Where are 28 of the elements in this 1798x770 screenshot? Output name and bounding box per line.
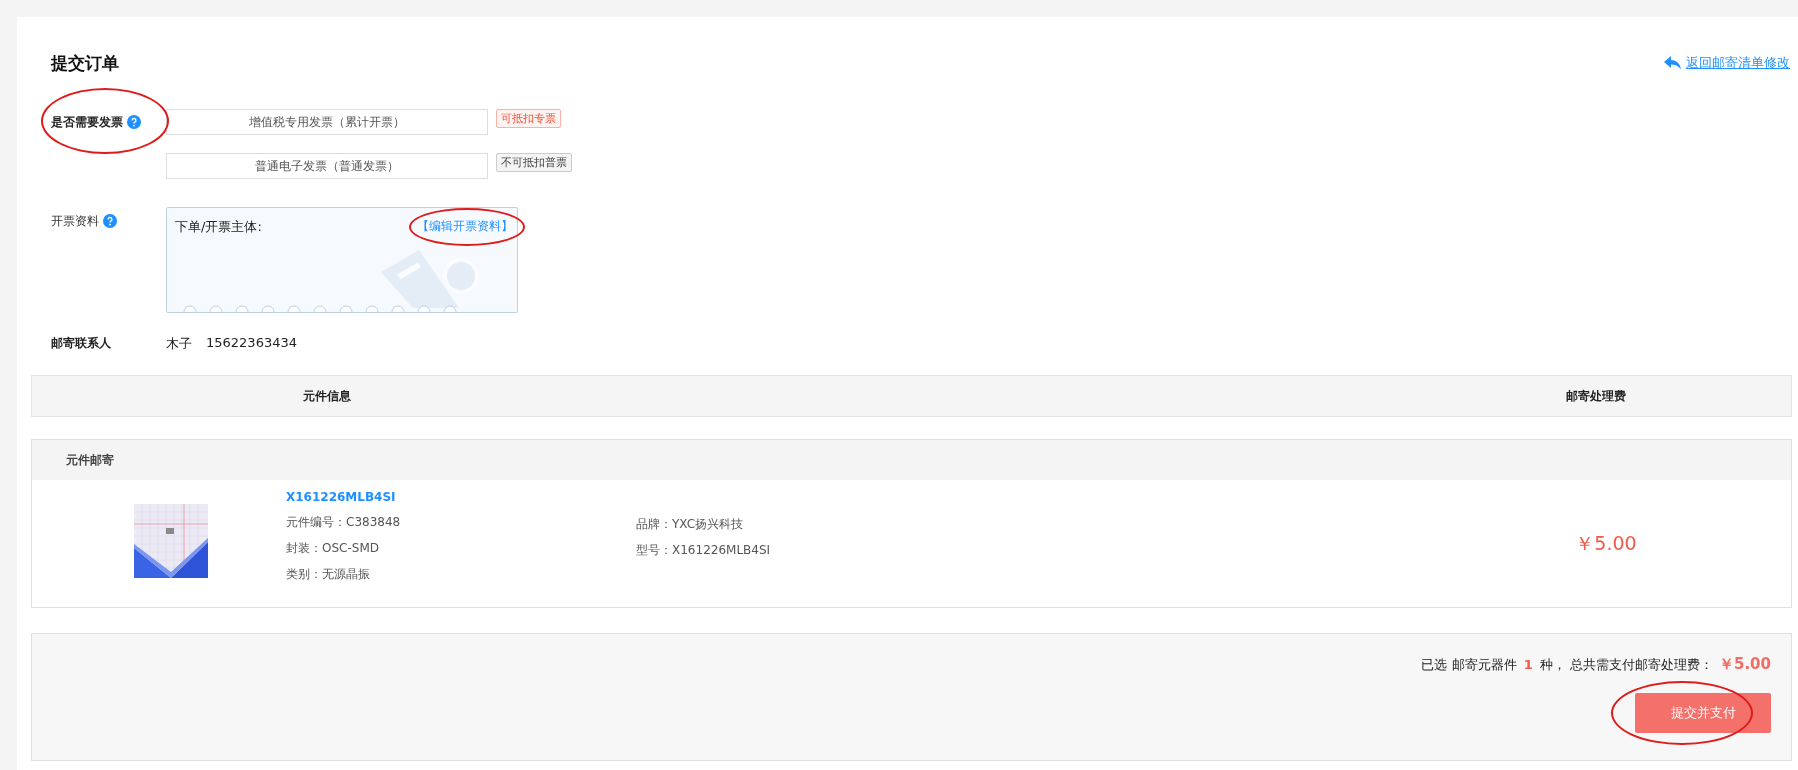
- total-amount: ￥5.00: [1719, 655, 1771, 674]
- invoice-option[interactable]: 增值税专用发票（累计开票）: [166, 109, 488, 135]
- invoice-option[interactable]: 普通电子发票（普通发票）: [166, 153, 488, 179]
- invoice-tag: 可抵扣专票: [496, 109, 561, 128]
- reply-arrow-icon: [1664, 56, 1682, 70]
- brand-info: 品牌：YXC扬兴科技: [636, 516, 745, 533]
- contact-name: 木子: [166, 335, 192, 353]
- help-icon[interactable]: [103, 214, 117, 228]
- part-name-link[interactable]: X161226MLB4SI: [286, 490, 636, 504]
- package-info: 封装：OSC-SMD: [286, 540, 380, 557]
- model-info: 型号：X161226MLB4SI: [636, 542, 771, 559]
- page-title: 提交订单: [51, 51, 119, 75]
- back-link[interactable]: 返回邮寄清单修改: [1664, 54, 1790, 72]
- field-label: 邮寄联系人: [51, 335, 111, 352]
- fee-amount: ￥5.00: [1575, 530, 1637, 556]
- subject-label: 下单/开票主体:: [175, 218, 262, 236]
- help-icon[interactable]: [127, 115, 141, 129]
- contact-phone: 15622363434: [206, 335, 297, 352]
- part-number: 元件编号：C383848: [286, 514, 402, 531]
- submit-pay-button[interactable]: 提交并支付: [1635, 693, 1771, 733]
- field-label: 开票资料: [51, 213, 99, 230]
- category-info: 类别：无源晶振: [286, 566, 371, 583]
- column-header: 邮寄处理费: [1565, 387, 1627, 405]
- summary-text: 已选 邮寄元器件 1 种， 总共需支付邮寄处理费：: [1421, 655, 1713, 674]
- edit-invoice-link[interactable]: 【编辑开票资料】: [417, 219, 513, 233]
- column-header: 元件信息: [302, 387, 352, 405]
- group-title: 元件邮寄: [66, 451, 114, 469]
- invoice-tag: 不可抵扣普票: [496, 153, 572, 172]
